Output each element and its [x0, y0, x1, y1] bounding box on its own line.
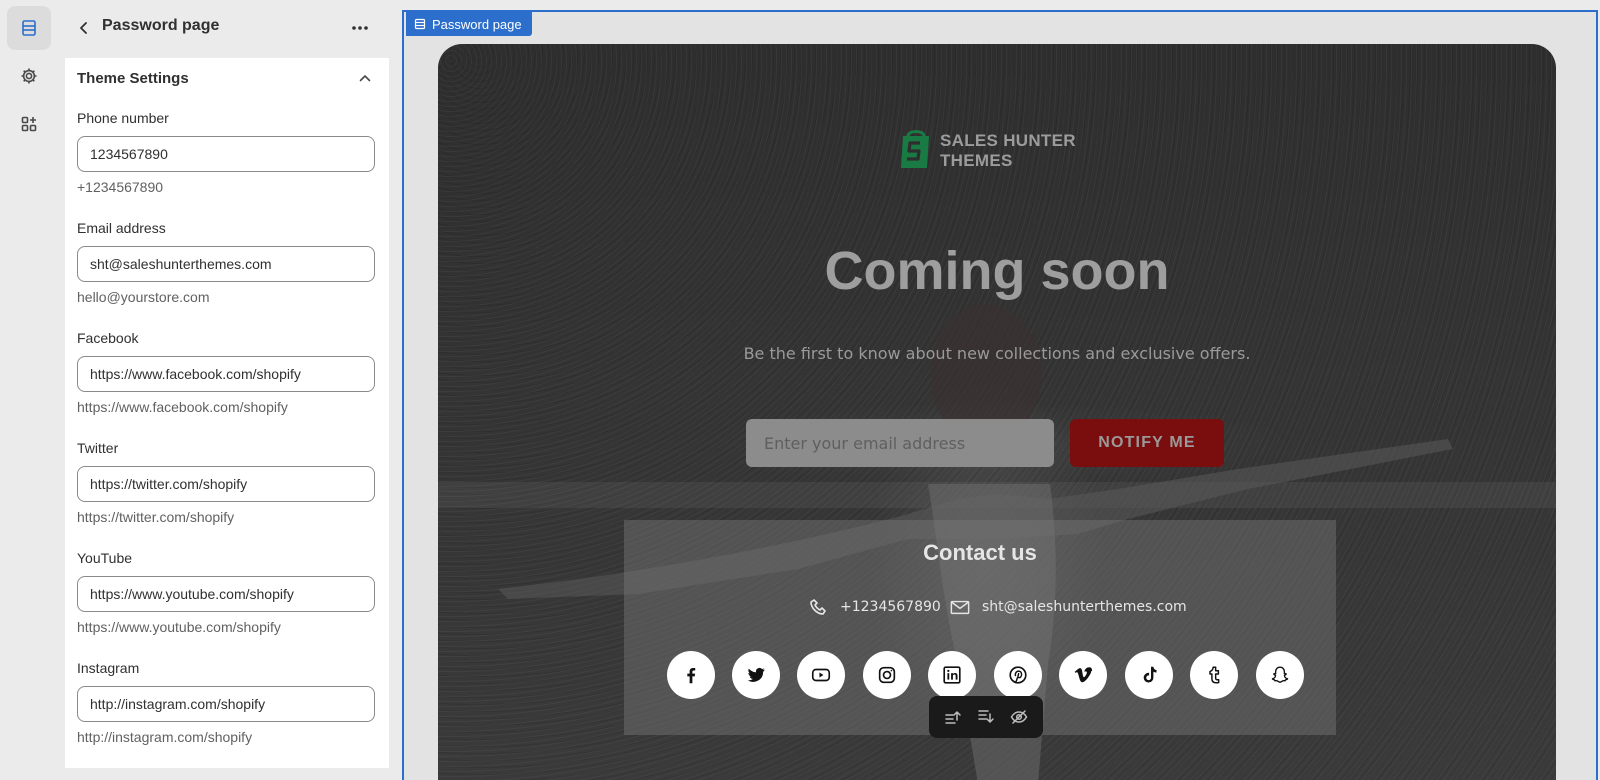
back-button[interactable] — [70, 14, 98, 42]
contact-email-text: sht@saleshunterthemes.com — [982, 599, 1187, 615]
youtube-input[interactable] — [77, 576, 375, 612]
snapchat-icon[interactable] — [1256, 651, 1304, 699]
field-hint: https://www.facebook.com/shopify — [77, 399, 288, 415]
twitter-icon[interactable] — [732, 651, 780, 699]
panel-header[interactable]: Theme Settings — [65, 58, 389, 98]
youtube-icon[interactable] — [797, 651, 845, 699]
sidebar-title: Password page — [102, 17, 220, 34]
field-hint: http://instagram.com/shopify — [77, 729, 253, 745]
store-logo[interactable]: SALES HUNTER THEMES — [898, 126, 1098, 174]
twitter-field: Twitter https://twitter.com/shopify — [77, 440, 377, 525]
sidebar-header: Password page — [58, 0, 393, 56]
shopping-bag-logo-icon — [901, 130, 929, 168]
vimeo-icon[interactable] — [1059, 651, 1107, 699]
ellipsis-icon — [352, 26, 368, 30]
field-label: Instagram — [77, 660, 140, 676]
password-page-stage[interactable]: SALES HUNTER THEMES Coming soon Be the f… — [438, 44, 1556, 780]
field-label: Facebook — [77, 330, 139, 346]
apps-icon[interactable] — [7, 102, 51, 146]
social-links — [667, 651, 1307, 699]
email-address-field: Email address hello@yourstore.com — [77, 220, 377, 305]
pinterest-icon[interactable] — [994, 651, 1042, 699]
field-hint: +1234567890 — [77, 179, 164, 195]
contact-phone-text: +1234567890 — [840, 599, 941, 615]
field-label: YouTube — [77, 550, 133, 566]
instagram-field: Instagram http://instagram.com/shopify — [77, 660, 377, 745]
gear-icon[interactable] — [7, 54, 51, 98]
newsletter-email-input[interactable] — [746, 419, 1054, 467]
theme-settings-panel: Theme Settings Phone number +1234567890 … — [65, 58, 389, 768]
collapse-button[interactable] — [355, 68, 375, 88]
logo-line-2: THEMES — [940, 151, 1013, 170]
field-label: Phone number — [77, 110, 169, 126]
settings-sidebar: Password page Theme Settings Phone numbe… — [58, 0, 393, 780]
facebook-icon[interactable] — [667, 651, 715, 699]
tumblr-icon[interactable] — [1190, 651, 1238, 699]
linkedin-icon[interactable] — [928, 651, 976, 699]
chevron-left-icon — [80, 22, 87, 34]
page-preview: Password page SALES HUNTER THEMES Coming… — [402, 10, 1598, 780]
field-label: Twitter — [77, 440, 119, 456]
notify-me-button[interactable]: NOTIFY ME — [1070, 419, 1224, 467]
phone-number-input[interactable] — [77, 136, 375, 172]
logo-line-1: SALES HUNTER — [940, 131, 1076, 150]
youtube-field: YouTube https://www.youtube.com/shopify — [77, 550, 377, 635]
section-icon — [414, 18, 426, 30]
facebook-input[interactable] — [77, 356, 375, 392]
page-subtitle: Be the first to know about new collectio… — [743, 344, 1251, 363]
chevron-up-icon — [359, 75, 371, 82]
contact-email[interactable]: sht@saleshunterthemes.com — [950, 596, 1187, 618]
section-tag[interactable]: Password page — [406, 12, 532, 36]
tiktok-icon[interactable] — [1125, 651, 1173, 699]
page-title: Coming soon — [824, 241, 1170, 301]
phone-number-field: Phone number +1234567890 — [77, 110, 377, 195]
field-hint: https://twitter.com/shopify — [77, 509, 235, 525]
facebook-field: Facebook https://www.facebook.com/shopif… — [77, 330, 377, 415]
email-address-input[interactable] — [77, 246, 375, 282]
field-hint: https://www.youtube.com/shopify — [77, 619, 281, 635]
panel-title: Theme Settings — [77, 70, 189, 87]
section-toolbar — [929, 696, 1043, 738]
move-up-icon[interactable] — [939, 703, 967, 731]
more-options-button[interactable] — [346, 14, 374, 42]
instagram-input[interactable] — [77, 686, 375, 722]
sections-icon[interactable] — [7, 6, 51, 50]
twitter-input[interactable] — [77, 466, 375, 502]
mail-icon — [950, 600, 970, 615]
contact-phone[interactable]: +1234567890 — [808, 596, 941, 618]
section-tag-label: Password page — [432, 16, 522, 32]
move-down-icon[interactable] — [972, 703, 1000, 731]
phone-icon — [810, 599, 826, 615]
hide-section-icon[interactable] — [1005, 703, 1033, 731]
instagram-icon[interactable] — [863, 651, 911, 699]
logo-text: SALES HUNTER THEMES — [940, 131, 1076, 171]
field-label: Email address — [77, 220, 166, 236]
field-hint: hello@yourstore.com — [77, 289, 210, 305]
contact-title: Contact us — [923, 540, 1037, 565]
icon-rail — [0, 0, 58, 780]
